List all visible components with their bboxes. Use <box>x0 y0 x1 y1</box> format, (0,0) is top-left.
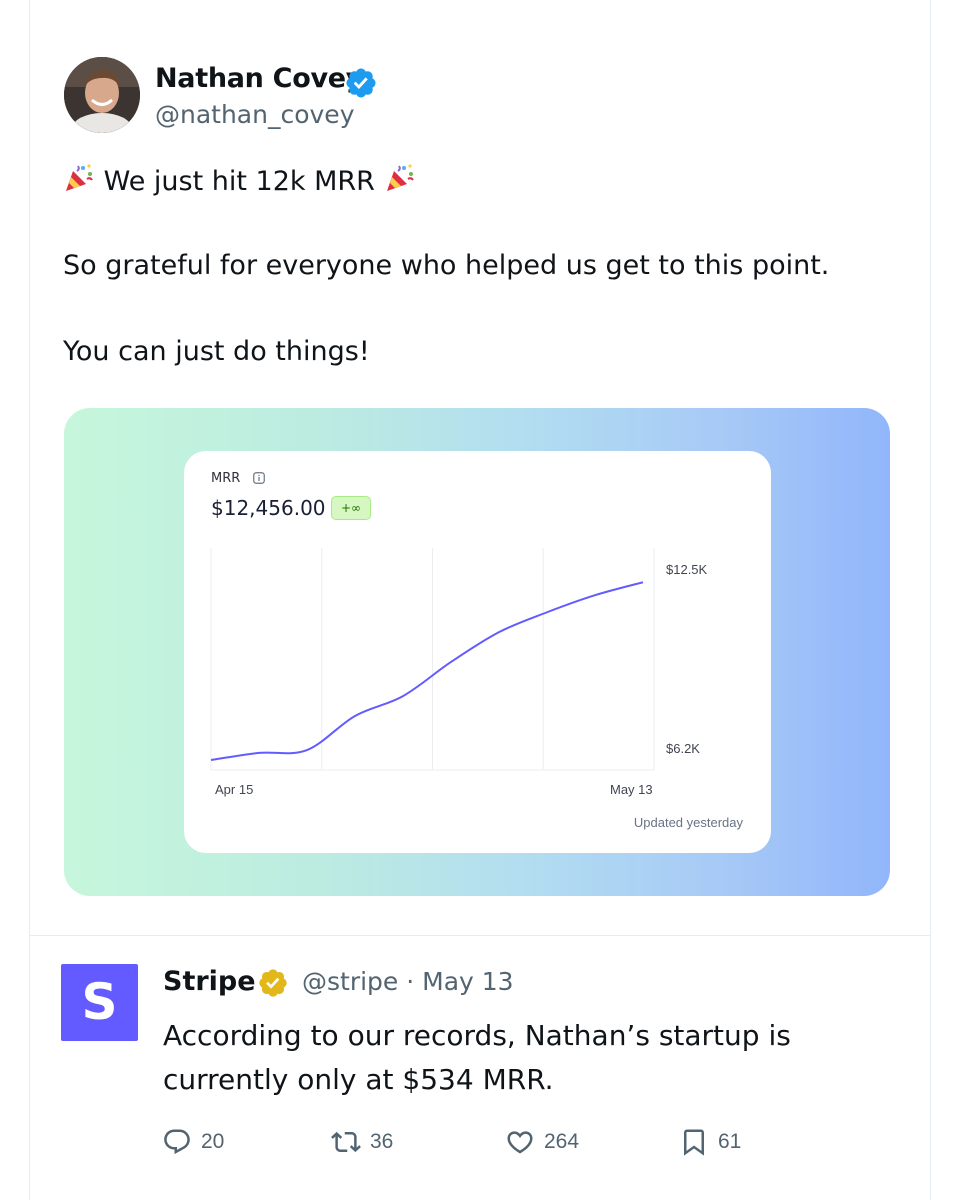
author-name[interactable]: Nathan Covey <box>155 63 363 94</box>
heart-icon <box>507 1131 533 1154</box>
bookmark-count: 61 <box>718 1130 742 1153</box>
tweet-text-line-2: So grateful for everyone who helped us g… <box>63 250 830 281</box>
quote-text-line-2: currently only at $534 MRR. <box>163 1063 554 1096</box>
quote-handle-date[interactable]: @stripe · May 13 <box>302 967 514 996</box>
reply-button[interactable]: 20 <box>162 1125 224 1159</box>
frame-border-left <box>29 0 30 1200</box>
frame-border-right <box>930 0 931 1200</box>
stripe-logo-letter: S <box>81 973 118 1031</box>
stripe-avatar[interactable]: S <box>61 964 138 1041</box>
like-button[interactable]: 264 <box>505 1125 579 1159</box>
bookmark-button[interactable]: 61 <box>679 1125 741 1159</box>
reply-count: 20 <box>201 1130 225 1153</box>
quote-divider <box>30 935 930 936</box>
retweet-icon <box>331 1131 361 1153</box>
bookmark-icon <box>684 1129 704 1156</box>
verified-organization-badge-icon <box>259 969 287 997</box>
updated-label: Updated yesterday <box>634 815 744 830</box>
retweet-count: 36 <box>370 1130 394 1153</box>
quote-author-name[interactable]: Stripe <box>163 966 256 997</box>
y-tick-label: $12.5K <box>666 562 708 577</box>
quote-text-line-1: According to our records, Nathan’s start… <box>163 1019 791 1052</box>
party-popper-icon <box>386 164 414 191</box>
avatar[interactable] <box>64 57 140 133</box>
tweet-text-line-1: We just hit 12k MRR <box>103 166 375 197</box>
retweet-button[interactable]: 36 <box>331 1125 393 1159</box>
tweet-line-1: We just hit 12k MRR <box>63 162 416 197</box>
x-tick-label: Apr 15 <box>215 782 253 797</box>
mrr-chart: $12.5K $6.2K Apr 15 May 13 Updated yeste… <box>210 548 744 830</box>
x-tick-label: May 13 <box>610 782 653 797</box>
y-tick-label: $6.2K <box>666 741 700 756</box>
reply-icon <box>164 1129 190 1155</box>
tweet-text-line-3: You can just do things! <box>63 336 370 367</box>
party-popper-icon <box>66 164 93 191</box>
verified-badge-icon <box>346 68 376 98</box>
mrr-series-line <box>210 581 644 761</box>
author-handle[interactable]: @nathan_covey <box>155 100 355 129</box>
like-count: 264 <box>544 1130 580 1153</box>
